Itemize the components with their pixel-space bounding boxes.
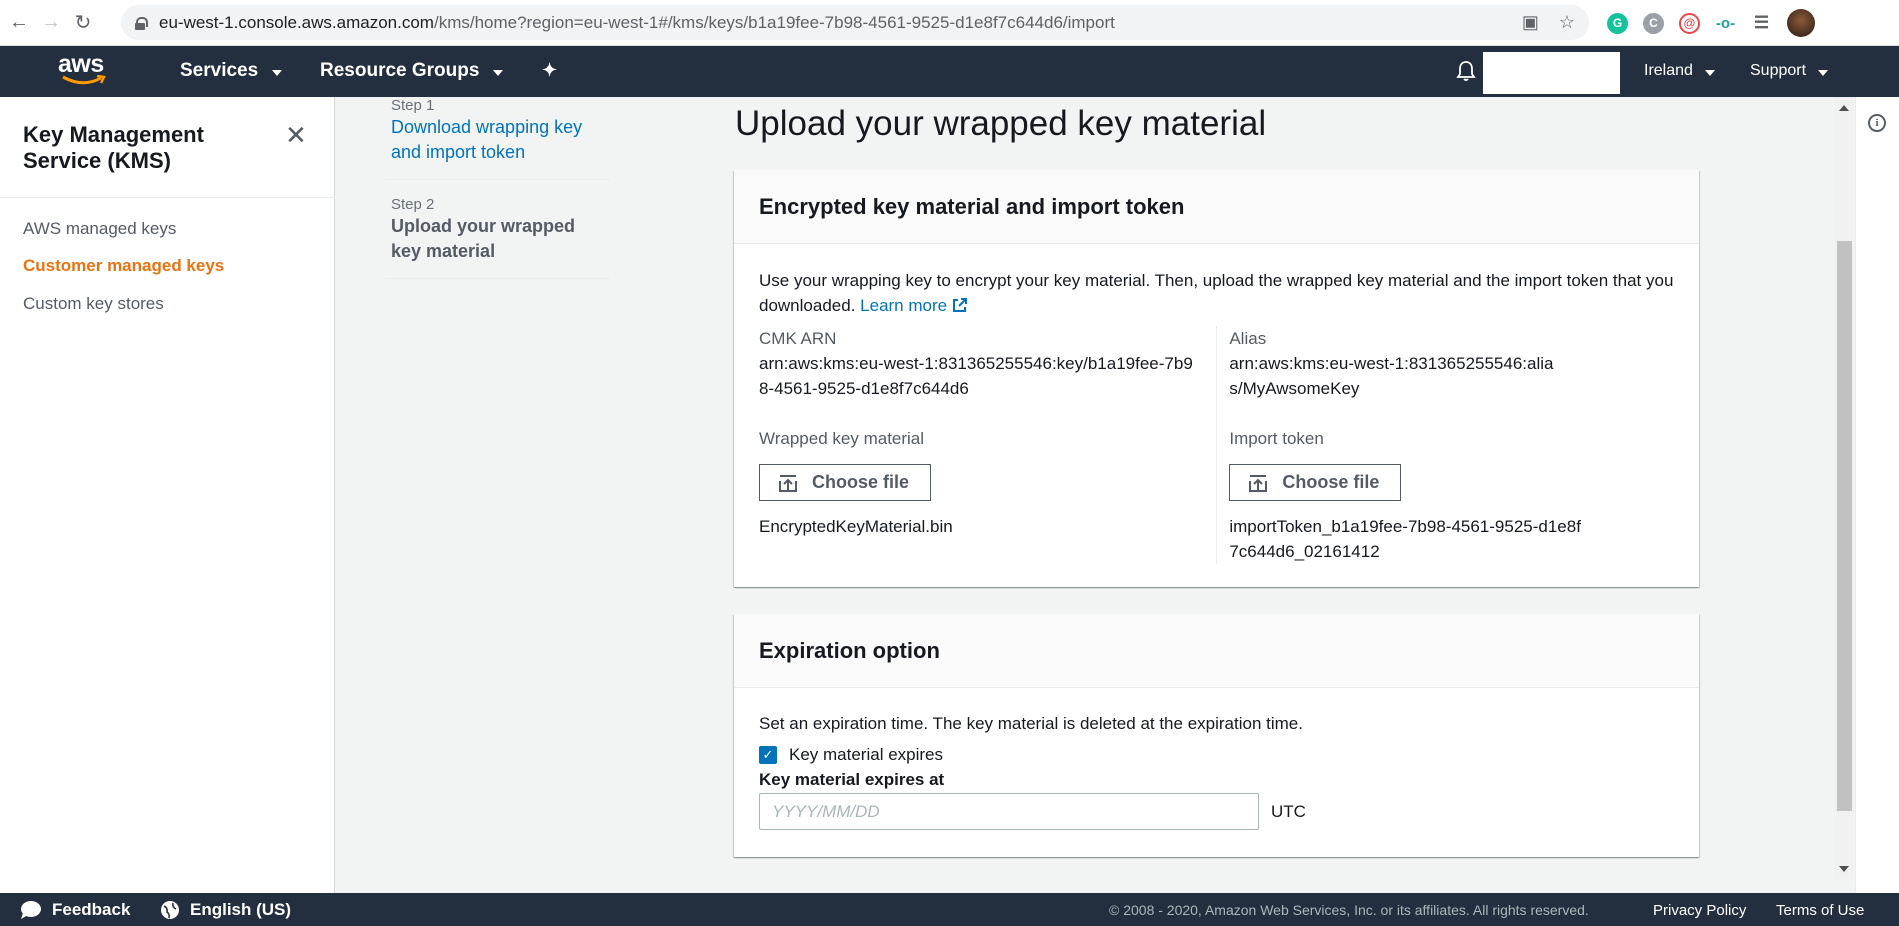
- bookmark-star-icon[interactable]: ☆: [1559, 12, 1575, 33]
- terms-of-use-link[interactable]: Terms of Use: [1776, 902, 1864, 919]
- wizard-steps: Step 1 Download wrapping key and import …: [385, 97, 610, 279]
- alias-value: arn:aws:kms:eu-west-1:831365255546:alias…: [1229, 354, 1554, 398]
- expires-at-label: Key material expires at: [759, 770, 945, 789]
- close-icon[interactable]: ✕: [285, 122, 307, 148]
- panel-description: Use your wrapping key to encrypt your ke…: [759, 271, 1674, 315]
- panel-title: Expiration option: [734, 614, 1699, 688]
- scroll-thumb[interactable]: [1837, 241, 1852, 811]
- key-expires-checkbox[interactable]: ✓: [759, 746, 777, 764]
- expiration-date-input[interactable]: [759, 793, 1259, 830]
- feedback-button[interactable]: Feedback: [20, 900, 130, 920]
- panel-title: Encrypted key material and import token: [734, 170, 1699, 244]
- chevron-down-icon: [1818, 69, 1829, 76]
- profile-avatar[interactable]: [1787, 9, 1815, 37]
- git-extension-icon[interactable]: -o-: [1715, 12, 1736, 34]
- bell-icon[interactable]: [1455, 60, 1477, 82]
- right-column: Alias arn:aws:kms:eu-west-1:831365255546…: [1216, 326, 1674, 564]
- step-1: Step 1 Download wrapping key and import …: [385, 97, 610, 180]
- token-file-name: importToken_b1a19fee-7b98-4561-9525-d1e8…: [1229, 517, 1581, 561]
- choose-import-token-file-button[interactable]: Choose file: [1229, 464, 1402, 501]
- divider: [0, 197, 335, 198]
- external-link-icon: [953, 298, 968, 312]
- copyright-text: © 2008 - 2020, Amazon Web Services, Inc.…: [1109, 902, 1589, 918]
- sidebar-item-custom-key-stores[interactable]: Custom key stores: [23, 294, 164, 314]
- back-icon[interactable]: ←: [6, 10, 32, 36]
- footer: Feedback English (US) © 2008 - 2020, Ama…: [0, 893, 1899, 926]
- scrollbar[interactable]: [1835, 97, 1854, 879]
- aws-smile-icon: [62, 74, 106, 85]
- import-token-label: Import token: [1229, 429, 1324, 448]
- expiration-panel: Expiration option Set an expiration time…: [734, 614, 1699, 857]
- help-panel-strip: i: [1855, 97, 1899, 893]
- globe-icon: [161, 901, 179, 919]
- alias-label: Alias: [1229, 329, 1267, 348]
- sidebar-item-customer-managed-keys[interactable]: Customer managed keys: [23, 256, 224, 276]
- c-extension-icon[interactable]: C: [1643, 12, 1664, 34]
- lock-icon: [135, 16, 148, 30]
- key-expires-checkbox-row[interactable]: ✓ Key material expires: [759, 745, 1674, 765]
- cmk-arn-value: arn:aws:kms:eu-west-1:831365255546:key/b…: [759, 354, 1193, 398]
- upload-icon: [1249, 474, 1268, 492]
- pin-icon[interactable]: ✦: [542, 60, 557, 81]
- learn-more-link[interactable]: Learn more: [860, 296, 968, 315]
- privacy-policy-link[interactable]: Privacy Policy: [1653, 902, 1746, 919]
- chevron-down-icon: [272, 69, 283, 76]
- aws-logo[interactable]: aws: [58, 52, 118, 90]
- sidebar-item-aws-managed-keys[interactable]: AWS managed keys: [23, 219, 176, 239]
- chevron-down-icon: [1704, 69, 1715, 76]
- encrypted-key-panel: Encrypted key material and import token …: [734, 170, 1699, 587]
- step-1-link[interactable]: Download wrapping key and import token: [391, 115, 610, 165]
- grammarly-extension-icon[interactable]: G: [1607, 12, 1628, 34]
- chat-bubble-icon: [21, 901, 41, 919]
- sidebar-title: Key Management Service (KMS): [23, 122, 204, 173]
- wrapped-key-label: Wrapped key material: [759, 429, 925, 448]
- wrapped-file-name: EncryptedKeyMaterial.bin: [759, 517, 953, 536]
- scroll-up-icon[interactable]: [1839, 105, 1849, 111]
- scroll-down-icon[interactable]: [1839, 866, 1849, 872]
- info-icon[interactable]: i: [1868, 114, 1886, 132]
- resource-groups-menu[interactable]: Resource Groups: [320, 60, 504, 82]
- address-bar[interactable]: eu-west-1.console.aws.amazon.com/kms/hom…: [121, 5, 1589, 40]
- url-text: eu-west-1.console.aws.amazon.com/kms/hom…: [159, 12, 1115, 32]
- expiration-description: Set an expiration time. The key material…: [759, 714, 1303, 733]
- forward-icon[interactable]: →: [38, 10, 64, 36]
- chevron-down-icon: [493, 69, 504, 76]
- reload-icon[interactable]: ↻: [70, 10, 96, 36]
- step-number: Step 1: [391, 97, 435, 114]
- step-2: Step 2 Upload your wrapped key material: [385, 180, 610, 279]
- browser-toolbar: ← → ↻ eu-west-1.console.aws.amazon.com/k…: [0, 0, 1899, 46]
- cmk-arn-label: CMK ARN: [759, 329, 837, 348]
- page-title: Upload your wrapped key material: [735, 104, 1267, 143]
- step-number: Step 2: [391, 196, 435, 213]
- region-menu[interactable]: Ireland: [1644, 62, 1715, 80]
- sidebar: Key Management Service (KMS) ✕ AWS manag…: [0, 97, 335, 893]
- step-2-label: Upload your wrapped key material: [391, 216, 576, 261]
- support-menu[interactable]: Support: [1750, 62, 1829, 80]
- checkbox-label: Key material expires: [789, 745, 944, 764]
- timezone-label: UTC: [1271, 801, 1306, 821]
- account-menu[interactable]: [1483, 52, 1620, 94]
- upload-icon: [779, 474, 797, 492]
- media-queue-icon[interactable]: ☰: [1751, 12, 1772, 34]
- choose-wrapped-key-file-button[interactable]: Choose file: [759, 464, 931, 501]
- services-menu[interactable]: Services: [180, 60, 283, 82]
- left-column: CMK ARN arn:aws:kms:eu-west-1:8313652555…: [759, 326, 1216, 564]
- aws-top-nav: aws Services Resource Groups ✦ Ireland S…: [0, 46, 1899, 97]
- spiral-extension-icon[interactable]: @: [1679, 12, 1700, 34]
- language-selector[interactable]: English (US): [160, 900, 291, 920]
- translate-icon[interactable]: ▣: [1522, 12, 1539, 33]
